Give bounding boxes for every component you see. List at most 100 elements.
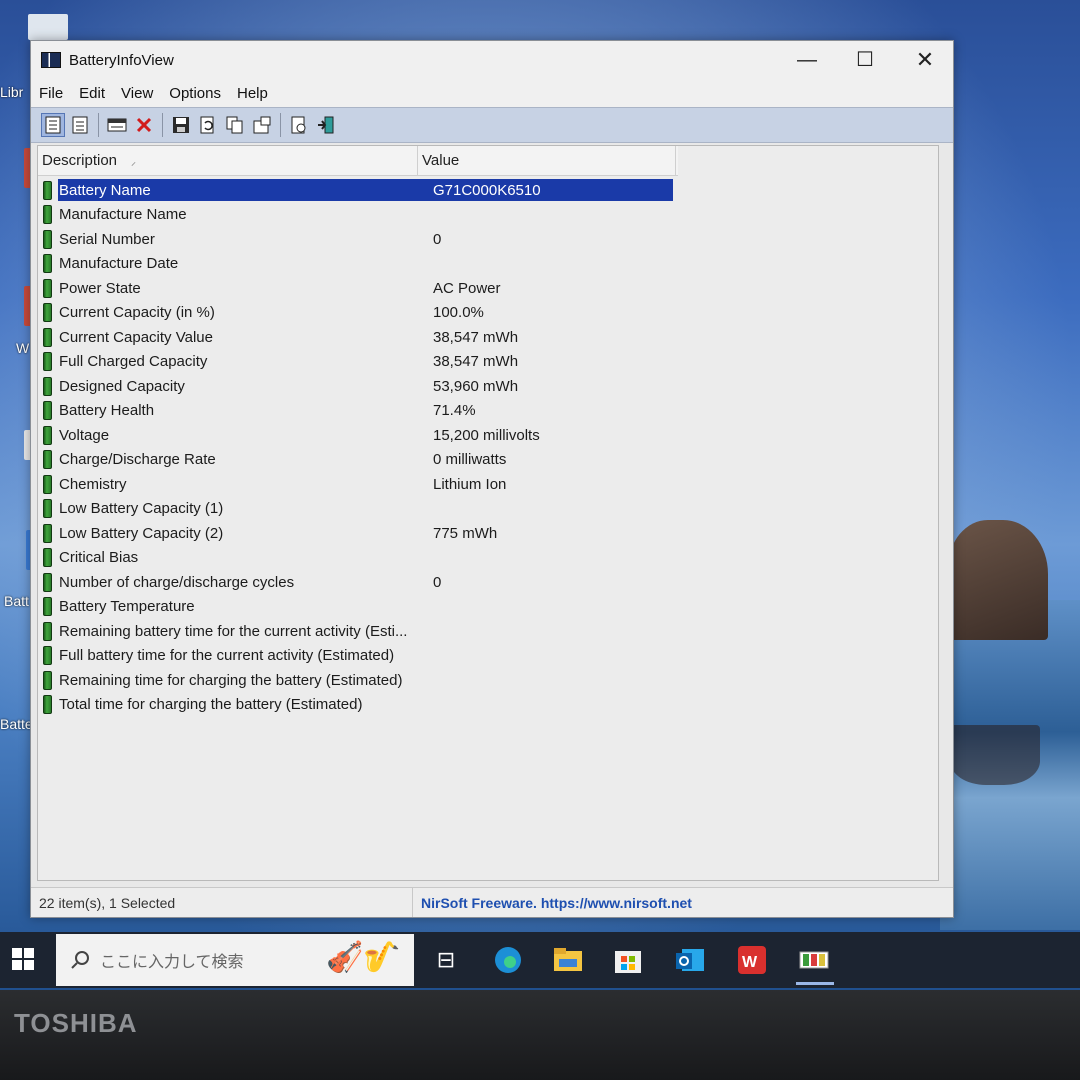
menu-help[interactable]: Help: [237, 85, 268, 102]
row-description: Current Capacity (in %): [59, 304, 215, 322]
table-row[interactable]: Low Battery Capacity (2) 775 mWh: [38, 521, 938, 546]
table-row[interactable]: Critical Bias: [38, 546, 938, 571]
menu-file[interactable]: File: [39, 85, 63, 102]
nirsoft-link[interactable]: NirSoft Freeware. https://www.nirsoft.ne…: [413, 895, 692, 911]
batteryinfoview-window[interactable]: BatteryInfoView — ☐ ✕ File Edit View Opt…: [30, 40, 954, 918]
search-icon: [71, 951, 89, 969]
column-header-row: Description ⸝ Value: [38, 146, 678, 176]
outlook-icon[interactable]: [672, 942, 708, 978]
table-row[interactable]: Manufacture Date: [38, 252, 938, 277]
minimize-button[interactable]: —: [787, 47, 827, 73]
windows-logo-icon-part: [24, 960, 34, 970]
wallpaper-rock: [948, 520, 1048, 640]
desktop-icon-label-batte: Batte: [0, 716, 33, 732]
table-row[interactable]: Designed Capacity 53,960 mWh: [38, 374, 938, 399]
table-row[interactable]: Voltage 15,200 millivolts: [38, 423, 938, 448]
battery-icon: [43, 425, 52, 445]
row-value: 0 milliwatts: [433, 451, 507, 469]
row-description: Current Capacity Value: [59, 328, 213, 346]
desktop-icon-library[interactable]: [28, 14, 68, 40]
row-description: Battery Temperature: [59, 598, 195, 616]
table-row[interactable]: Power State AC Power: [38, 276, 938, 301]
table-row[interactable]: Battery Temperature: [38, 595, 938, 620]
desktop-icon-label-library: Libr: [0, 84, 24, 100]
app-icon: [41, 52, 61, 68]
maximize-button[interactable]: ☐: [845, 47, 885, 73]
about-icon[interactable]: [287, 113, 311, 137]
battery-icon: [43, 572, 52, 592]
row-description: Low Battery Capacity (2): [59, 524, 224, 542]
row-description: Chemistry: [59, 475, 127, 493]
status-bar: 22 item(s), 1 Selected NirSoft Freeware.…: [31, 887, 953, 917]
search-highlight-icon: 🎻🎷: [326, 941, 401, 974]
menu-view[interactable]: View: [121, 85, 153, 102]
table-row[interactable]: Current Capacity Value 38,547 mWh: [38, 325, 938, 350]
table-row[interactable]: Current Capacity (in %) 100.0%: [38, 301, 938, 326]
start-button[interactable]: [12, 948, 36, 972]
file-explorer-icon[interactable]: [550, 942, 586, 978]
battery-info-list[interactable]: Description ⸝ Value Battery Name G71C000K6…: [37, 145, 939, 881]
options-icon[interactable]: [250, 113, 274, 137]
windows-logo-icon-part: [12, 960, 22, 970]
row-value: 53,960 mWh: [433, 377, 519, 395]
battery-icon: [43, 523, 52, 543]
battery-icon: [43, 376, 52, 396]
row-description: Power State: [59, 279, 141, 297]
menu-options[interactable]: Options: [169, 85, 221, 102]
row-value: 775 mWh: [433, 524, 498, 542]
delete-icon[interactable]: [132, 113, 156, 137]
taskbar-search-box[interactable]: ここに入力して検索 🎻🎷: [56, 934, 414, 986]
column-header-value[interactable]: Value: [418, 146, 676, 176]
table-row[interactable]: Battery Name G71C000K6510: [38, 178, 938, 203]
batteryinfoview-icon[interactable]: [796, 942, 832, 978]
table-row[interactable]: Low Battery Capacity (1): [38, 497, 938, 522]
status-item-count: 22 item(s), 1 Selected: [31, 888, 413, 917]
table-row[interactable]: Serial Number 0: [38, 227, 938, 252]
bezel-brand-logo: TOSHIBA: [14, 1008, 138, 1038]
battery-icon: [43, 621, 52, 641]
svg-text:W: W: [742, 954, 758, 971]
table-row[interactable]: Charge/Discharge Rate 0 milliwatts: [38, 448, 938, 473]
table-row[interactable]: Number of charge/discharge cycles 0: [38, 570, 938, 595]
refresh-icon[interactable]: [196, 113, 220, 137]
battery-icon: [43, 450, 52, 470]
row-value: 0: [433, 230, 442, 248]
menu-edit[interactable]: Edit: [79, 85, 105, 102]
column-header-description[interactable]: Description ⸝: [38, 146, 418, 176]
table-row[interactable]: Chemistry Lithium Ion: [38, 472, 938, 497]
table-row[interactable]: Full Charged Capacity 38,547 mWh: [38, 350, 938, 375]
row-value: 71.4%: [433, 402, 476, 420]
edge-icon[interactable]: [490, 942, 526, 978]
title-bar[interactable]: BatteryInfoView — ☐ ✕: [31, 41, 953, 79]
table-row[interactable]: Manufacture Name: [38, 203, 938, 228]
battery-log-icon[interactable]: [105, 113, 129, 137]
wps-icon[interactable]: W: [734, 942, 770, 978]
windows-logo-icon: [12, 948, 22, 958]
save-icon[interactable]: [169, 113, 193, 137]
toolbar: [31, 107, 953, 143]
row-description: Serial Number: [59, 230, 155, 248]
properties-icon[interactable]: [68, 113, 92, 137]
table-row[interactable]: Battery Health 71.4%: [38, 399, 938, 424]
laptop-bezel: [0, 990, 1080, 1080]
table-row[interactable]: Full battery time for the current activi…: [38, 644, 938, 669]
battery-icon: [43, 695, 52, 715]
table-row[interactable]: Remaining time for charging the battery …: [38, 668, 938, 693]
row-value: Lithium Ion: [433, 475, 507, 493]
row-description: Total time for charging the battery (Est…: [59, 696, 363, 714]
battery-icon: [43, 474, 52, 494]
windows-logo-icon-part: [24, 948, 34, 958]
row-description: Manufacture Name: [59, 206, 187, 224]
task-view-icon[interactable]: ⊟: [428, 942, 464, 978]
table-row[interactable]: Total time for charging the battery (Est…: [38, 693, 938, 718]
html-report-icon[interactable]: [41, 113, 65, 137]
store-icon[interactable]: [610, 942, 646, 978]
copy-icon[interactable]: [223, 113, 247, 137]
battery-icon: [43, 646, 52, 666]
table-row[interactable]: Remaining battery time for the current a…: [38, 619, 938, 644]
active-app-indicator: [796, 982, 834, 985]
exit-icon[interactable]: [314, 113, 338, 137]
row-description: Low Battery Capacity (1): [59, 500, 224, 518]
close-button[interactable]: ✕: [905, 47, 945, 73]
battery-icon: [43, 278, 52, 298]
